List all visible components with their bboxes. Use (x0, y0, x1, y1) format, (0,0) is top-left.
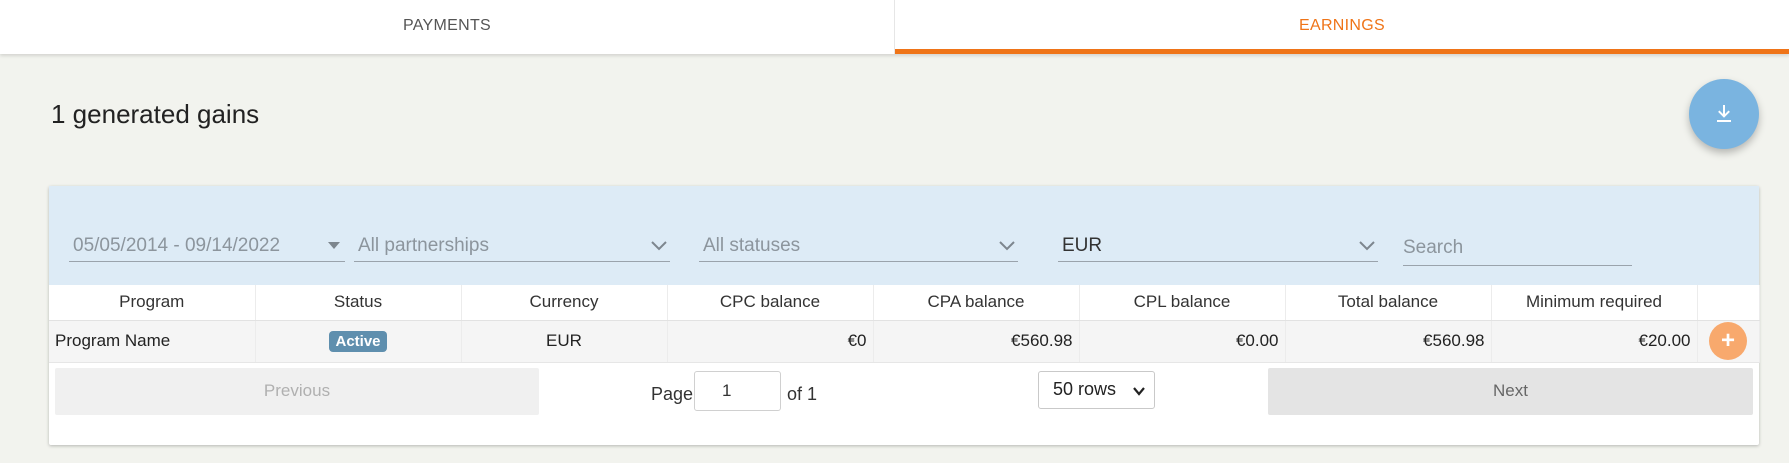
statuses-value: All statuses (703, 234, 801, 256)
cpa-balance-cell: €560.98 (873, 320, 1080, 363)
table-header-row: Program Status Currency CPC balance CPA … (49, 285, 1760, 321)
chevron-down-icon (1132, 382, 1146, 403)
status-badge: Active (329, 330, 387, 352)
cpc-balance-cell: €0 (667, 320, 874, 363)
download-icon (1717, 105, 1731, 122)
page-title: 1 generated gains (51, 99, 260, 129)
search-input[interactable] (1403, 230, 1632, 266)
page-number-input[interactable] (694, 370, 781, 411)
partnerships-filter[interactable]: All partnerships (354, 230, 670, 262)
caret-down-icon (323, 241, 345, 250)
filter-bar: 05/05/2014 - 09/14/2022 All partnerships… (49, 186, 1759, 285)
chevron-down-icon (1356, 240, 1378, 251)
total-balance-cell: €560.98 (1285, 320, 1492, 363)
earnings-card: 05/05/2014 - 09/14/2022 All partnerships… (49, 186, 1760, 445)
statuses-filter[interactable]: All statuses (699, 230, 1018, 262)
download-button[interactable] (1689, 79, 1759, 149)
pagination: Previous Page of 1 50 rows Next (49, 362, 1759, 418)
action-cell: + (1697, 320, 1760, 363)
page-label: Page (651, 383, 694, 404)
earnings-table: Program Status Currency CPC balance CPA … (49, 285, 1760, 363)
partnerships-value: All partnerships (358, 234, 489, 256)
column-header[interactable]: Currency (461, 285, 668, 321)
tab-payments[interactable]: PAYMENTS (0, 0, 894, 54)
status-cell: Active (255, 320, 462, 363)
column-header[interactable]: Status (255, 285, 462, 321)
rows-per-page-select[interactable]: 50 rows (1038, 370, 1155, 409)
column-header[interactable]: Program (49, 285, 256, 321)
column-header[interactable]: CPC balance (667, 285, 874, 321)
cpl-balance-cell: €0.00 (1079, 320, 1286, 363)
rows-per-page-value: 50 rows (1053, 379, 1117, 399)
column-header[interactable]: Total balance (1285, 285, 1492, 321)
column-header[interactable]: CPA balance (873, 285, 1080, 321)
currency-value: EUR (1062, 234, 1103, 256)
tab-bar: PAYMENTS EARNINGS (0, 0, 1789, 54)
chevron-down-icon (648, 240, 670, 251)
action-column-header (1697, 285, 1760, 321)
page-total-label: of 1 (787, 383, 818, 404)
program-cell: Program Name (49, 320, 256, 363)
date-range-value: 05/05/2014 - 09/14/2022 (73, 234, 281, 256)
minimum-required-cell: €20.00 (1491, 320, 1698, 363)
previous-button[interactable]: Previous (55, 367, 539, 415)
table-row: Program Name Active EUR €0 €560.98 €0.00… (49, 320, 1760, 363)
next-button[interactable]: Next (1268, 367, 1753, 415)
tab-earnings[interactable]: EARNINGS (895, 0, 1789, 54)
column-header[interactable]: CPL balance (1079, 285, 1286, 321)
chevron-down-icon (996, 240, 1018, 251)
currency-filter[interactable]: EUR (1058, 230, 1378, 262)
add-button[interactable]: + (1709, 322, 1747, 360)
date-range-filter[interactable]: 05/05/2014 - 09/14/2022 (69, 230, 345, 262)
currency-cell: EUR (461, 320, 668, 363)
column-header[interactable]: Minimum required (1491, 285, 1698, 321)
